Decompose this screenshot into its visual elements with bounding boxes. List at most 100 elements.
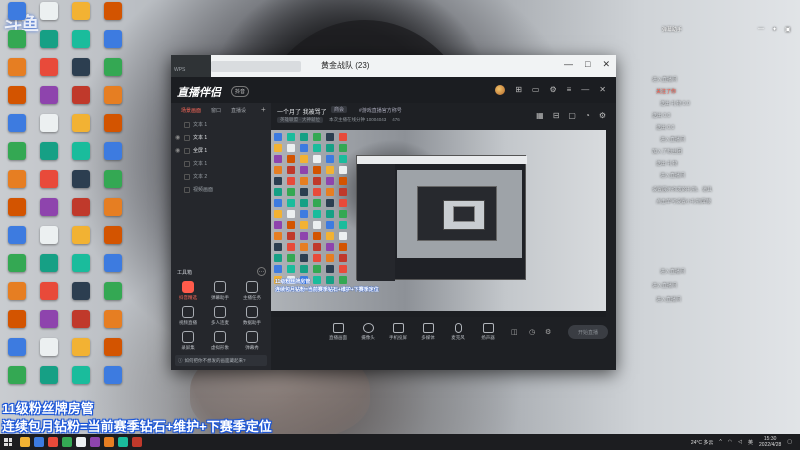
preview-shortcut-icon: [339, 188, 347, 196]
volume-icon[interactable]: ◁: [738, 439, 742, 445]
settings-icon[interactable]: ⚙: [549, 85, 556, 95]
close-button[interactable]: ✕: [602, 59, 610, 70]
tab-scene[interactable]: 场景画面: [181, 107, 201, 114]
preview-shortcut-icon: [326, 199, 334, 207]
scene-item[interactable]: ◉ 文本 1: [175, 132, 267, 143]
app-icon: [40, 254, 58, 272]
pin-icon[interactable]: ✦: [772, 26, 777, 33]
bell-icon[interactable]: ◔: [585, 111, 590, 120]
preview-shortcut-icon: [274, 133, 282, 141]
tab-window[interactable]: 窗口: [211, 107, 221, 114]
input-language[interactable]: 英: [748, 439, 753, 446]
checkbox-icon[interactable]: [184, 121, 190, 128]
eye-icon[interactable]: ◉: [175, 134, 181, 141]
taskbar-app-icon[interactable]: [90, 437, 100, 447]
preview-shortcut-icon: [339, 177, 347, 185]
record-icon[interactable]: ◫: [511, 328, 518, 336]
gift-icon[interactable]: ⊞: [515, 85, 522, 95]
more-icon[interactable]: …: [257, 267, 266, 276]
app-icon: [40, 58, 58, 76]
preview-shortcut-icon: [300, 254, 308, 262]
phone-cast-button[interactable]: 手机投屏: [386, 323, 410, 341]
scene-item[interactable]: 文本 2: [175, 171, 267, 182]
taskbar-app-icon[interactable]: [104, 437, 114, 447]
minimize-button[interactable]: —: [564, 59, 573, 70]
maximize-button[interactable]: □: [585, 59, 590, 70]
checkbox-icon[interactable]: [184, 147, 190, 154]
media-button[interactable]: 多媒体: [416, 323, 440, 341]
add-scene-button[interactable]: +: [261, 105, 266, 114]
stream-title[interactable]: 一个月了 我被骂了: [277, 107, 327, 116]
preview-shortcut-icon: [287, 243, 295, 251]
nested-preview-window: [356, 155, 527, 281]
scene-sidebar: 场景画面 窗口 直播设 + 文本 1 ◉ 文本 1 ◉ 全屏 1 文本 1 文本 2 视频画面…: [171, 103, 271, 370]
toolbox-item[interactable]: 主播任务: [237, 281, 267, 309]
taskbar-app-icon[interactable]: [20, 437, 30, 447]
app-icon: [72, 170, 90, 188]
taskbar-app-icon[interactable]: [34, 437, 44, 447]
message-icon[interactable]: ▭: [532, 85, 540, 95]
category-pill[interactable]: 英雄联盟 · 大神就位: [277, 117, 323, 123]
preview-shortcut-icon: [300, 188, 308, 196]
clock[interactable]: 15:30 2022/4/28: [759, 436, 781, 448]
header-icons: ⊞ ▭ ⚙ ≡ — ✕: [495, 85, 606, 95]
chat-message: 送出 0.0: [652, 113, 671, 119]
preview-shortcut-icon: [313, 254, 321, 262]
start-button[interactable]: [0, 434, 16, 450]
checkbox-icon[interactable]: [184, 160, 190, 167]
microphone-button[interactable]: 麦克风: [446, 323, 470, 341]
timer-icon[interactable]: ◷: [529, 328, 535, 336]
eye-icon[interactable]: ◉: [175, 147, 181, 154]
screen-capture-button[interactable]: 直播画面: [326, 323, 350, 341]
chevron-up-icon[interactable]: ^: [719, 439, 721, 445]
preview-shortcut-icon: [274, 265, 282, 273]
stream-tag[interactable]: 商会: [331, 106, 348, 113]
start-live-button[interactable]: 开始直播: [568, 325, 608, 339]
titlebar-search-field[interactable]: [211, 61, 301, 72]
scene-item[interactable]: ◉ 全屏 1: [175, 145, 267, 156]
titlebar-left-label: WPS: [174, 67, 186, 73]
app-icon: [72, 58, 90, 76]
avatar[interactable]: [495, 85, 506, 95]
camera-button[interactable]: 摄像头: [356, 323, 380, 341]
weather-text[interactable]: 24°C 多云: [691, 439, 714, 446]
taskbar-app-icon[interactable]: [118, 437, 128, 447]
grid-icon[interactable]: ▦: [536, 111, 544, 120]
lock-icon[interactable]: ▣: [785, 26, 791, 33]
window-icon[interactable]: ▢: [568, 111, 576, 120]
checkbox-icon[interactable]: [184, 134, 190, 141]
preview-shortcut-icon: [326, 254, 334, 262]
taskbar-app-icon[interactable]: [76, 437, 86, 447]
tip-banner[interactable]: ⓘ 如何把你不想发的画面藏起来?: [175, 355, 267, 366]
taskbar-app-icon[interactable]: [62, 437, 72, 447]
taskbar-app-icon[interactable]: [132, 437, 142, 447]
gear-icon[interactable]: ⚙: [545, 328, 551, 336]
toolbox-item[interactable]: 抖音精选: [173, 281, 203, 309]
minimize-icon[interactable]: —: [581, 85, 589, 95]
live-preview[interactable]: 11级粉丝牌房管 连续包月钻粉=当前赛季钻石+维护+下赛季定位: [271, 130, 606, 317]
taskbar-app-icon[interactable]: [48, 437, 58, 447]
notification-icon[interactable]: ▢: [787, 439, 792, 445]
checkbox-icon[interactable]: [184, 186, 190, 193]
chat-message: 点击单可设置小礼物屏蔽: [656, 199, 712, 205]
close-icon[interactable]: ✕: [599, 85, 606, 95]
scene-item[interactable]: 文本 1: [175, 119, 267, 130]
stream-hashtag[interactable]: #游戏直播官方称号: [359, 107, 402, 114]
menu-icon[interactable]: ≡: [567, 85, 572, 95]
lock-icon[interactable]: ⊟: [553, 111, 560, 120]
scene-item[interactable]: 文本 1: [175, 158, 267, 169]
scene-item[interactable]: 视频画面: [175, 184, 267, 195]
desktop-shortcut-icon[interactable]: [98, 366, 128, 406]
gear-icon[interactable]: ⚙: [599, 111, 606, 120]
toolbox-item[interactable]: 数据助手: [237, 306, 267, 334]
tool-icon: [214, 331, 226, 343]
tool-icon: [182, 331, 194, 343]
toolbox-item[interactable]: 多人连麦: [205, 306, 235, 334]
network-icon[interactable]: ◠: [728, 439, 732, 445]
checkbox-icon[interactable]: [184, 173, 190, 180]
toolbox-item[interactable]: 弹幕助手: [205, 281, 235, 309]
speaker-button[interactable]: 扬声器: [476, 323, 500, 341]
minimize-icon[interactable]: —: [758, 26, 764, 33]
toolbox-item[interactable]: 视频直播: [173, 306, 203, 334]
tab-live-settings[interactable]: 直播设: [231, 107, 246, 114]
